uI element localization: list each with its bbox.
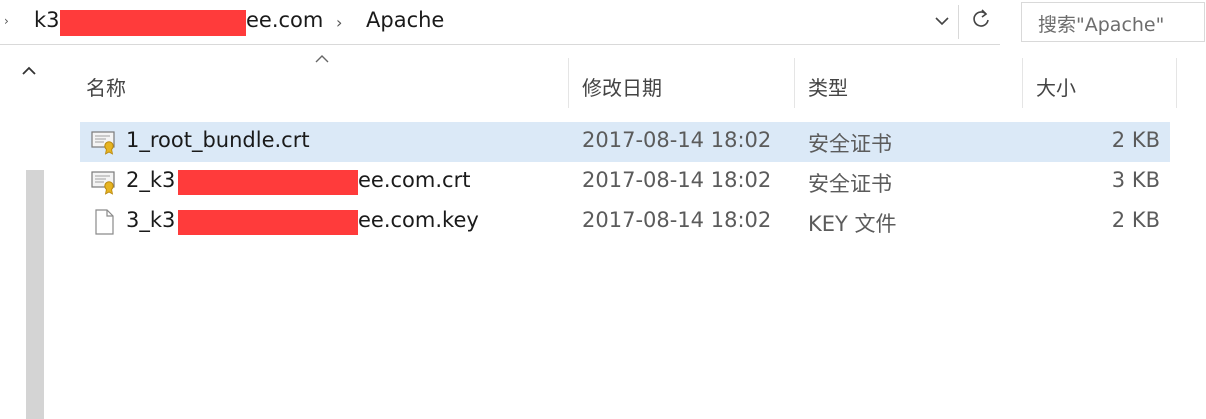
certificate-icon xyxy=(91,169,117,195)
file-name-suffix: ee.com.crt xyxy=(358,168,471,192)
refresh-icon[interactable] xyxy=(966,8,996,36)
breadcrumb-domain-end[interactable]: ee.com xyxy=(246,8,323,32)
toolbar-divider xyxy=(958,5,959,39)
column-header-row: 名称 修改日期 类型 大小 xyxy=(50,58,1206,114)
file-modified-date: 2017-08-14 18:02 xyxy=(582,128,772,152)
file-size: 2 KB xyxy=(1111,208,1160,232)
file-type: 安全证书 xyxy=(808,172,892,196)
file-row[interactable]: 2_k3 ee.com.crt 2017-08-14 18:02 安全证书 3 KB xyxy=(80,162,1170,202)
certificate-icon xyxy=(91,129,117,155)
column-divider[interactable] xyxy=(1022,58,1023,108)
column-divider[interactable] xyxy=(1176,58,1177,108)
file-name-suffix: ee.com.key xyxy=(358,208,479,232)
file-name: 2_k3 xyxy=(126,168,176,192)
file-type: 安全证书 xyxy=(808,132,892,156)
redaction-mark xyxy=(178,210,358,235)
file-type: KEY 文件 xyxy=(808,212,897,236)
file-row[interactable]: 1_root_bundle.crt 2017-08-14 18:02 安全证书 2 K… xyxy=(80,122,1170,162)
file-name: 1_root_bundle.crt xyxy=(126,128,310,152)
file-modified-date: 2017-08-14 18:02 xyxy=(582,168,772,192)
search-input[interactable]: 搜索"Apache" xyxy=(1021,2,1205,42)
column-header-modified[interactable]: 修改日期 xyxy=(582,58,662,110)
file-icon xyxy=(91,209,117,235)
address-bar[interactable]: › k3 ee.com › Apache xyxy=(0,0,1000,45)
file-modified-date: 2017-08-14 18:02 xyxy=(582,208,772,232)
scroll-up-icon[interactable] xyxy=(22,64,36,80)
file-size: 3 KB xyxy=(1111,168,1160,192)
redaction-mark xyxy=(178,170,358,195)
column-header-type[interactable]: 类型 xyxy=(808,58,848,110)
column-header-name[interactable]: 名称 xyxy=(86,58,126,110)
file-name: 3_k3 xyxy=(126,208,176,232)
scrollbar-thumb[interactable] xyxy=(26,170,44,419)
chevron-down-icon[interactable] xyxy=(930,12,954,34)
file-size: 2 KB xyxy=(1111,128,1160,152)
column-divider[interactable] xyxy=(794,58,795,108)
toolbar: › k3 ee.com › Apache 搜索"Apache" xyxy=(0,0,1206,46)
breadcrumb-arrow-icon[interactable]: › xyxy=(4,14,9,28)
file-row[interactable]: 3_k3 ee.com.key 2017-08-14 18:02 KEY 文件 2 KB xyxy=(80,202,1170,242)
breadcrumb-separator[interactable]: › xyxy=(336,13,342,32)
column-header-size[interactable]: 大小 xyxy=(1036,58,1076,110)
breadcrumb-domain-start[interactable]: k3 xyxy=(34,8,60,32)
column-divider[interactable] xyxy=(568,58,569,108)
redaction-mark xyxy=(60,10,246,36)
breadcrumb-current[interactable]: Apache xyxy=(366,8,444,32)
